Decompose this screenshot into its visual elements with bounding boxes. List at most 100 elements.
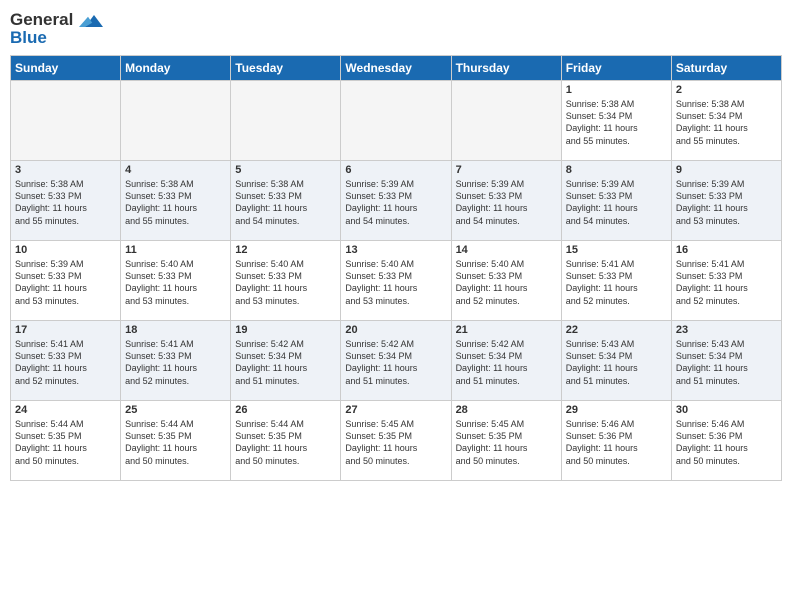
calendar-cell: 22Sunrise: 5:43 AM Sunset: 5:34 PM Dayli… [561,321,671,401]
day-info: Sunrise: 5:46 AM Sunset: 5:36 PM Dayligh… [566,418,667,467]
day-number: 19 [235,324,336,336]
calendar-day-header: Friday [561,56,671,81]
logo: General Blue [10,10,103,47]
day-number: 25 [125,404,226,416]
day-info: Sunrise: 5:39 AM Sunset: 5:33 PM Dayligh… [676,178,777,227]
day-info: Sunrise: 5:38 AM Sunset: 5:33 PM Dayligh… [235,178,336,227]
day-number: 28 [456,404,557,416]
day-info: Sunrise: 5:38 AM Sunset: 5:33 PM Dayligh… [15,178,116,227]
day-info: Sunrise: 5:39 AM Sunset: 5:33 PM Dayligh… [456,178,557,227]
calendar-cell: 15 Sunrise: 5:41 AM Sunset: 5:33 PM Dayli… [561,241,671,321]
day-number: 29 [566,404,667,416]
calendar-cell: 13 Sunrise: 5:40 AM Sunset: 5:33 PM Dayli… [341,241,451,321]
day-number: 16 [676,244,777,256]
calendar-cell: 7 Sunrise: 5:39 AM Sunset: 5:33 PM Daylig… [451,161,561,241]
day-number: 12 [235,244,336,256]
calendar-cell [121,81,231,161]
day-number: 7 [456,164,557,176]
day-info: Sunrise: 5:45 AM Sunset: 5:35 PM Dayligh… [456,418,557,467]
day-number: 4 [125,164,226,176]
calendar-cell: 27Sunrise: 5:45 AM Sunset: 5:35 PM Dayli… [341,401,451,481]
day-info: Sunrise: 5:44 AM Sunset: 5:35 PM Dayligh… [15,418,116,467]
page: General Blue SundayMondayTuesdayWednesda… [0,0,792,612]
calendar-cell: 4 Sunrise: 5:38 AM Sunset: 5:33 PM Daylig… [121,161,231,241]
day-number: 11 [125,244,226,256]
calendar-week-row: 24 Sunrise: 5:44 AM Sunset: 5:35 PM Dayli… [11,401,782,481]
day-number: 5 [235,164,336,176]
day-info: Sunrise: 5:42 AM Sunset: 5:34 PM Dayligh… [235,338,336,387]
day-info: Sunrise: 5:38 AM Sunset: 5:33 PM Dayligh… [125,178,226,227]
calendar-cell: 3 Sunrise: 5:38 AM Sunset: 5:33 PM Daylig… [11,161,121,241]
day-info: Sunrise: 5:41 AM Sunset: 5:33 PM Dayligh… [15,338,116,387]
day-number: 8 [566,164,667,176]
day-number: 22 [566,324,667,336]
logo-blue: Blue [10,28,103,48]
day-info: Sunrise: 5:40 AM Sunset: 5:33 PM Dayligh… [235,258,336,307]
day-number: 6 [345,164,446,176]
calendar-week-row: 3 Sunrise: 5:38 AM Sunset: 5:33 PM Daylig… [11,161,782,241]
calendar-week-row: 1 Sunrise: 5:38 AM Sunset: 5:34 PM Daylig… [11,81,782,161]
calendar-day-header: Saturday [671,56,781,81]
calendar-cell: 14 Sunrise: 5:40 AM Sunset: 5:33 PM Dayli… [451,241,561,321]
calendar-cell: 24 Sunrise: 5:44 AM Sunset: 5:35 PM Dayli… [11,401,121,481]
day-info: Sunrise: 5:41 AM Sunset: 5:33 PM Dayligh… [125,338,226,387]
calendar-cell [451,81,561,161]
header: General Blue [10,10,782,47]
day-number: 13 [345,244,446,256]
calendar-cell: 17 Sunrise: 5:41 AM Sunset: 5:33 PM Dayli… [11,321,121,401]
calendar-cell: 16 Sunrise: 5:41 AM Sunset: 5:33 PM Dayli… [671,241,781,321]
day-info: Sunrise: 5:42 AM Sunset: 5:34 PM Dayligh… [345,338,446,387]
calendar-day-header: Tuesday [231,56,341,81]
calendar-cell: 20Sunrise: 5:42 AM Sunset: 5:34 PM Dayli… [341,321,451,401]
calendar-cell: 1 Sunrise: 5:38 AM Sunset: 5:34 PM Daylig… [561,81,671,161]
day-number: 3 [15,164,116,176]
calendar-header-row: SundayMondayTuesdayWednesdayThursdayFrid… [11,56,782,81]
day-number: 14 [456,244,557,256]
calendar-cell: 26 Sunrise: 5:44 AM Sunset: 5:35 PM Dayli… [231,401,341,481]
day-info: Sunrise: 5:43 AM Sunset: 5:34 PM Dayligh… [676,338,777,387]
day-info: Sunrise: 5:41 AM Sunset: 5:33 PM Dayligh… [676,258,777,307]
calendar-day-header: Thursday [451,56,561,81]
calendar-cell: 2 Sunrise: 5:38 AM Sunset: 5:34 PM Daylig… [671,81,781,161]
day-number: 26 [235,404,336,416]
calendar-cell: 9 Sunrise: 5:39 AM Sunset: 5:33 PM Daylig… [671,161,781,241]
day-info: Sunrise: 5:44 AM Sunset: 5:35 PM Dayligh… [235,418,336,467]
day-info: Sunrise: 5:41 AM Sunset: 5:33 PM Dayligh… [566,258,667,307]
day-number: 15 [566,244,667,256]
calendar-cell: 8 Sunrise: 5:39 AM Sunset: 5:33 PM Daylig… [561,161,671,241]
calendar-cell: 18Sunrise: 5:41 AM Sunset: 5:33 PM Dayli… [121,321,231,401]
day-info: Sunrise: 5:38 AM Sunset: 5:34 PM Dayligh… [676,98,777,147]
day-info: Sunrise: 5:40 AM Sunset: 5:33 PM Dayligh… [345,258,446,307]
day-number: 2 [676,84,777,96]
day-info: Sunrise: 5:44 AM Sunset: 5:35 PM Dayligh… [125,418,226,467]
day-number: 27 [345,404,446,416]
day-number: 9 [676,164,777,176]
calendar-cell [341,81,451,161]
calendar-cell: 12 Sunrise: 5:40 AM Sunset: 5:33 PM Dayli… [231,241,341,321]
day-info: Sunrise: 5:40 AM Sunset: 5:33 PM Dayligh… [456,258,557,307]
day-number: 1 [566,84,667,96]
day-info: Sunrise: 5:46 AM Sunset: 5:36 PM Dayligh… [676,418,777,467]
day-number: 10 [15,244,116,256]
day-number: 17 [15,324,116,336]
day-number: 24 [15,404,116,416]
calendar-cell: 25 Sunrise: 5:44 AM Sunset: 5:35 PM Dayli… [121,401,231,481]
calendar-cell: 6 Sunrise: 5:39 AM Sunset: 5:33 PM Daylig… [341,161,451,241]
calendar-day-header: Wednesday [341,56,451,81]
day-info: Sunrise: 5:38 AM Sunset: 5:34 PM Dayligh… [566,98,667,147]
calendar-day-header: Sunday [11,56,121,81]
calendar-cell: 28 Sunrise: 5:45 AM Sunset: 5:35 PM Dayli… [451,401,561,481]
calendar-cell: 10Sunrise: 5:39 AM Sunset: 5:33 PM Dayli… [11,241,121,321]
day-number: 23 [676,324,777,336]
day-info: Sunrise: 5:39 AM Sunset: 5:33 PM Dayligh… [566,178,667,227]
day-info: Sunrise: 5:39 AM Sunset: 5:33 PM Dayligh… [345,178,446,227]
calendar-cell: 30Sunrise: 5:46 AM Sunset: 5:36 PM Dayli… [671,401,781,481]
calendar-week-row: 10Sunrise: 5:39 AM Sunset: 5:33 PM Dayli… [11,241,782,321]
calendar-cell: 11Sunrise: 5:40 AM Sunset: 5:33 PM Dayli… [121,241,231,321]
calendar-cell: 19 Sunrise: 5:42 AM Sunset: 5:34 PM Dayli… [231,321,341,401]
calendar-cell [231,81,341,161]
calendar-week-row: 17 Sunrise: 5:41 AM Sunset: 5:33 PM Dayli… [11,321,782,401]
logo-general: General [10,10,103,30]
calendar-day-header: Monday [121,56,231,81]
calendar-cell: 23 Sunrise: 5:43 AM Sunset: 5:34 PM Dayli… [671,321,781,401]
